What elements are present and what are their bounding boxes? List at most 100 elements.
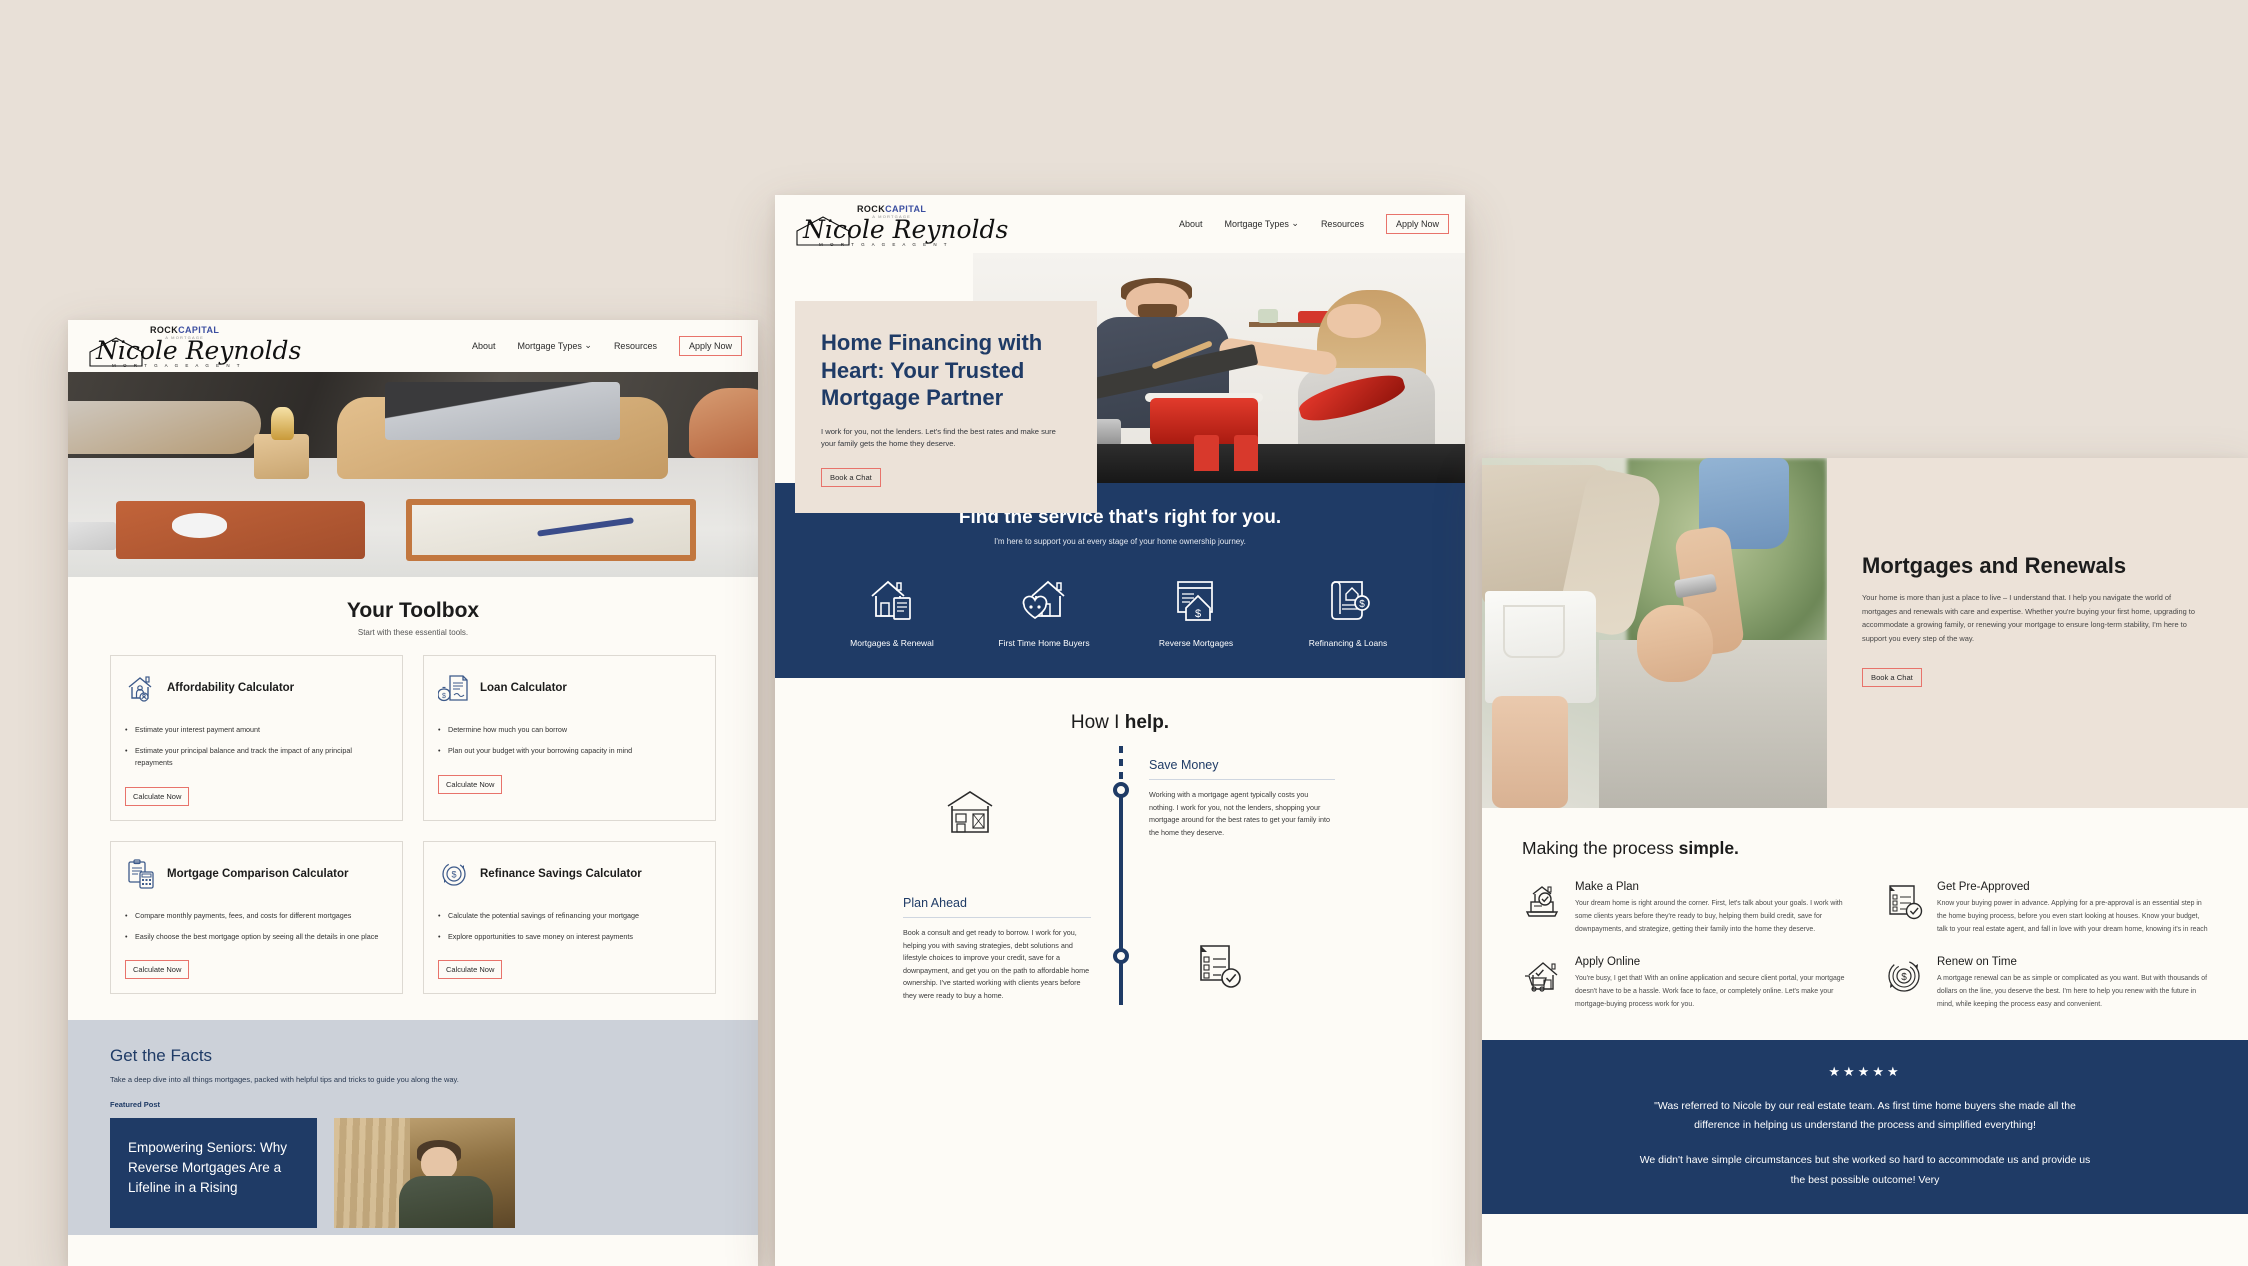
rock-text: ROCK — [150, 324, 179, 335]
services-row: Mortgages & Renewal First Time Home Buye… — [775, 574, 1465, 648]
nav-resources[interactable]: Resources — [614, 341, 657, 351]
nav-resources[interactable]: Resources — [1321, 219, 1364, 229]
timeline-dot — [1113, 948, 1129, 964]
timeline-dot — [1113, 782, 1129, 798]
bullet: Explore opportunities to save money on i… — [438, 931, 701, 943]
card-bullets: Compare monthly payments, fees, and cost… — [125, 910, 388, 943]
intro-body: Your home is more than just a place to l… — [1862, 593, 2195, 644]
featured-post-gap — [317, 1118, 334, 1229]
card-bullets: Estimate your interest payment amount Es… — [125, 724, 388, 769]
refinance-dollar-icon: $ — [1888, 960, 1920, 992]
featured-post-card[interactable]: Empowering Seniors: Why Reverse Mortgage… — [110, 1118, 716, 1229]
refinance-dollar-icon: $ — [442, 861, 466, 886]
logo[interactable]: ROCKCAPITAL A MORTGAGE Nicole Reynolds M… — [86, 324, 301, 368]
bullet: Estimate your interest payment amount — [125, 724, 388, 736]
card-header: Mortgage Comparison Calculator — [125, 858, 388, 890]
step-divider — [903, 917, 1091, 918]
nav-mortgage-types[interactable]: Mortgage Types ⌄ — [1224, 218, 1299, 230]
laptop-house-approved-icon — [1525, 886, 1559, 917]
intro-section: Mortgages and Renewals Your home is more… — [1482, 458, 2248, 808]
svg-text:$: $ — [1901, 972, 1907, 983]
holding-hands-photo — [1482, 458, 1827, 808]
step-body: Book a consult and get ready to borrow. … — [903, 928, 1090, 1000]
hero-text-card: Home Financing with Heart: Your Trusted … — [795, 301, 1097, 514]
timeline-line — [1119, 790, 1123, 1005]
featured-post-title: Empowering Seniors: Why Reverse Mortgage… — [128, 1140, 288, 1195]
process-heading: Renew on Time — [1937, 956, 2017, 969]
hero-title: Home Financing with Heart: Your Trusted … — [821, 330, 1043, 410]
card-title: Refinance Savings Calculator — [480, 867, 642, 880]
calculator-card[interactable]: Mortgage Comparison Calculator Compare m… — [110, 840, 403, 995]
bullet: Easily choose the best mortgage option b… — [125, 931, 388, 943]
house-person-icon — [128, 676, 152, 702]
svg-text:$: $ — [1195, 608, 1201, 620]
step-heading: Plan Ahead — [903, 896, 967, 910]
calculate-now-button[interactable]: Calculate Now — [438, 960, 503, 980]
nav-mortgage-types-label: Mortgage Types — [1224, 218, 1289, 229]
apply-now-button[interactable]: Apply Now — [678, 336, 742, 356]
calculate-now-button[interactable]: Calculate Now — [125, 960, 190, 980]
middle-panel-screenshot: ROCKCAPITAL A MORTGAGE Nicole Reynolds M… — [775, 195, 1465, 1266]
how-i-help-title: How I help. — [775, 712, 1465, 734]
svg-text:$: $ — [451, 869, 456, 879]
process-item: Apply Online You're busy, I get that! Wi… — [1522, 956, 1846, 1011]
process-heading: Apply Online — [1575, 956, 1641, 969]
bullet: Plan out your budget with your borrowing… — [438, 745, 701, 757]
featured-post-label: Featured Post — [110, 1100, 161, 1110]
facts-subtitle: Take a deep dive into all things mortgag… — [110, 1075, 459, 1085]
calculator-card[interactable]: Affordability Calculator Estimate your i… — [110, 655, 403, 821]
service-label: Refinancing & Loans — [1308, 638, 1388, 648]
bullet: Determine how much you can borrow — [438, 724, 701, 736]
calculate-now-button[interactable]: Calculate Now — [438, 774, 503, 794]
checklist-approved-icon — [1200, 945, 1241, 988]
money-bag-document-icon: $ — [438, 675, 468, 702]
checklist-approved-icon — [1889, 885, 1923, 920]
bullet: Compare monthly payments, fees, and cost… — [125, 910, 388, 922]
card-header: Affordability Calculator — [125, 672, 388, 704]
how-i-help-title-bold: help. — [1124, 712, 1170, 733]
process-body: Know your buying power in advance. Apply… — [1937, 900, 2208, 933]
calculate-now-button[interactable]: Calculate Now — [125, 786, 190, 806]
card-header: $ Refinance Savings Calculator — [438, 858, 701, 890]
process-heading: Make a Plan — [1575, 881, 1639, 893]
calculator-card[interactable]: $ Refinance Savings Calculator Calculate… — [423, 840, 716, 995]
process-heading: Get Pre-Approved — [1937, 881, 2030, 893]
svg-text:$: $ — [1359, 599, 1365, 610]
main-nav: About Mortgage Types ⌄ Resources Apply N… — [472, 336, 742, 356]
nav-about[interactable]: About — [1179, 219, 1203, 229]
nav-mortgage-types[interactable]: Mortgage Types ⌄ — [517, 340, 592, 352]
testimonial-paragraph: We didn't have simple circumstances but … — [1639, 1154, 2091, 1186]
facts-title: Get the Facts — [110, 1046, 213, 1066]
bullet: Calculate the potential savings of refin… — [438, 910, 701, 922]
service-item[interactable]: Mortgages & Renewal — [836, 574, 948, 648]
house-document-icon — [871, 580, 911, 620]
process-item: Get Pre-Approved Know your buying power … — [1884, 881, 2208, 936]
process-body: You're busy, I get that! With an online … — [1575, 975, 1845, 1008]
house-outline-icon — [89, 337, 143, 367]
service-item[interactable]: $ Reverse Mortgages — [1140, 574, 1252, 648]
card-title: Affordability Calculator — [167, 682, 295, 694]
service-item[interactable]: First Time Home Buyers — [988, 574, 1100, 648]
apply-now-button[interactable]: Apply Now — [1385, 214, 1449, 234]
nav-about[interactable]: About — [472, 341, 496, 351]
timeline-dashes — [1119, 746, 1123, 784]
book-a-chat-button[interactable]: Book a Chat — [821, 468, 881, 488]
house-cart-icon — [1525, 962, 1558, 992]
calculator-card[interactable]: $ Loan Calculator Determine how much you… — [423, 655, 716, 821]
reverse-mortgage-icon: $ — [1177, 581, 1213, 621]
toolbox-grid: Affordability Calculator Estimate your i… — [110, 655, 716, 995]
service-label: Mortgages & Renewal — [850, 638, 934, 648]
nav-mortgage-types-label: Mortgage Types — [517, 340, 582, 351]
process-title: Making the process simple. — [1522, 838, 2208, 859]
toolbox-title: Your Toolbox — [346, 599, 480, 622]
service-label: Reverse Mortgages — [1158, 638, 1234, 648]
logo[interactable]: ROCKCAPITAL A MORTGAGE Nicole Reynolds M… — [793, 201, 1008, 247]
book-a-chat-button[interactable]: Book a Chat — [1862, 667, 1922, 687]
intro-text-block: Mortgages and Renewals Your home is more… — [1827, 458, 2248, 808]
bullet: Estimate your principal balance and trac… — [125, 745, 388, 769]
star-rating: ★★★★★ — [1828, 1063, 1902, 1079]
card-header: $ Loan Calculator — [438, 672, 701, 704]
service-item[interactable]: $ Refinancing & Loans — [1292, 574, 1404, 648]
hero-section: Home Financing with Heart: Your Trusted … — [775, 253, 1465, 514]
toolbox-section: Your Toolbox Start with these essential … — [68, 577, 758, 1020]
